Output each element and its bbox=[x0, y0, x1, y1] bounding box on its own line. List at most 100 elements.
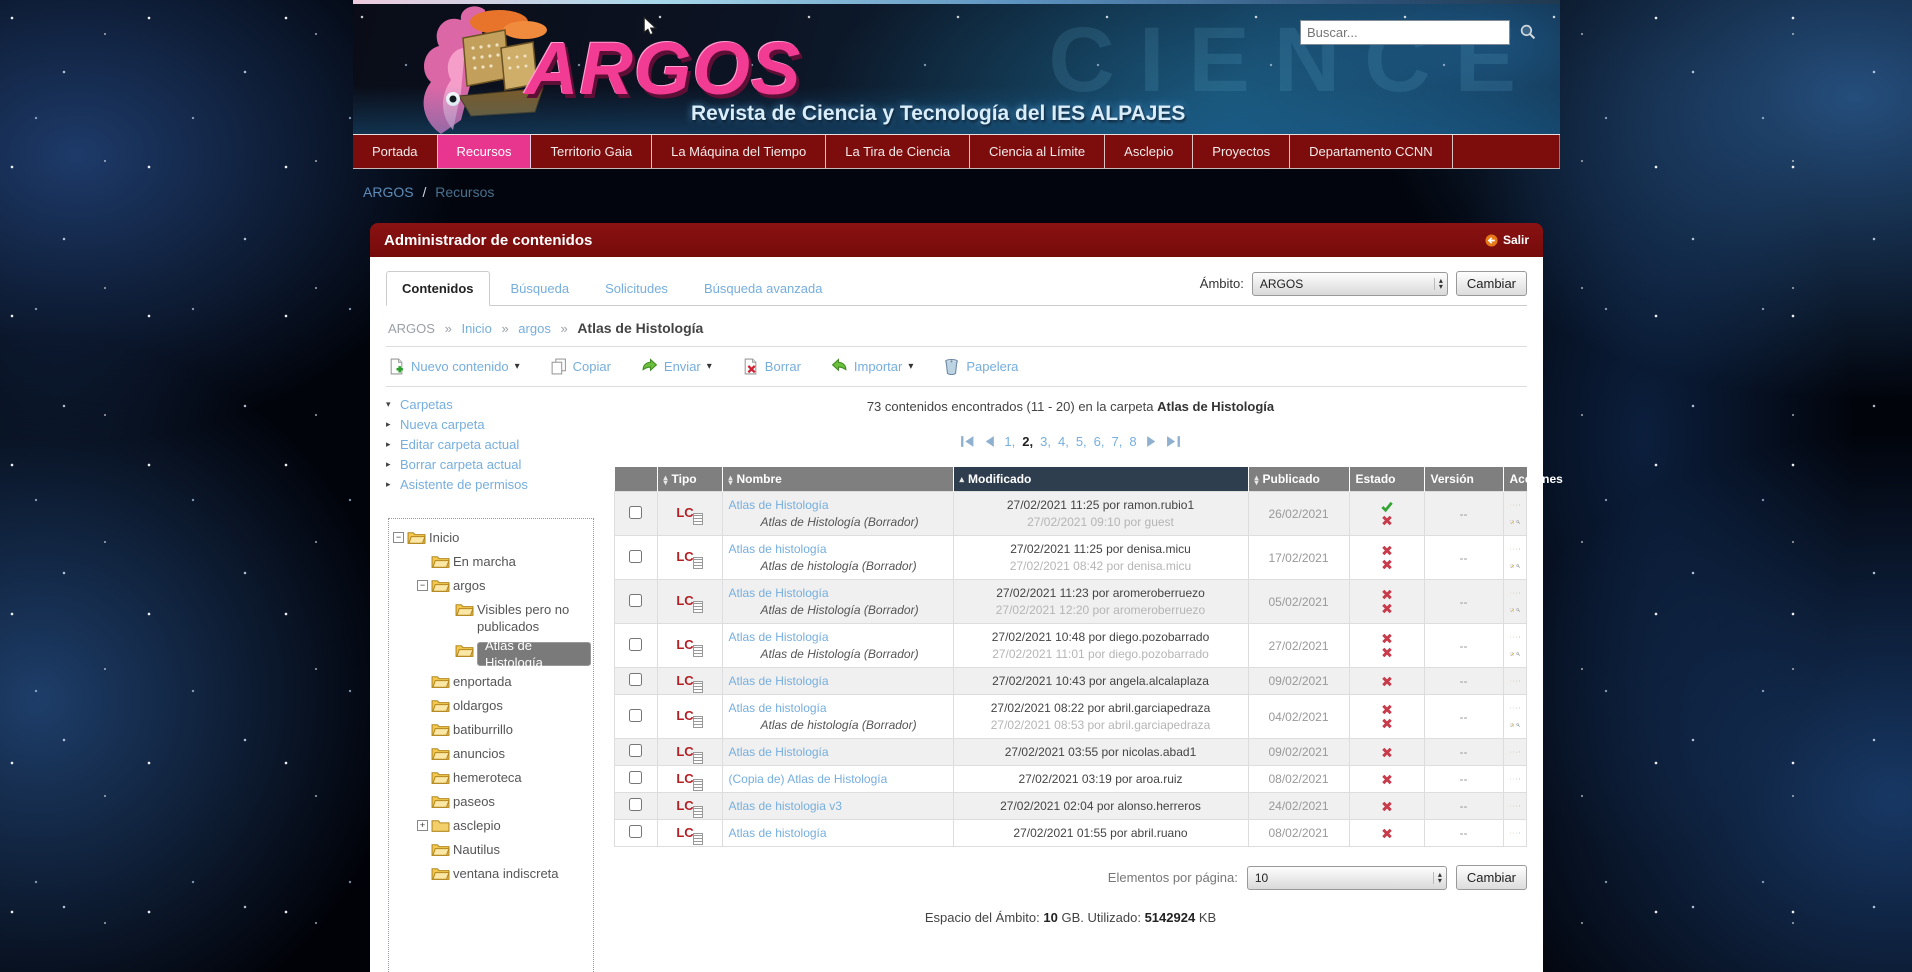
edit-icon[interactable] bbox=[1510, 744, 1511, 760]
edit-icon[interactable] bbox=[1510, 497, 1511, 513]
copy-button[interactable]: Copiar bbox=[550, 358, 611, 375]
tree-node[interactable]: oldargos bbox=[417, 697, 591, 714]
preview-icon[interactable] bbox=[1513, 541, 1514, 557]
crumb-inicio-link[interactable]: Inicio bbox=[461, 321, 491, 336]
preview-icon[interactable] bbox=[1513, 771, 1514, 787]
search-input[interactable] bbox=[1301, 21, 1509, 44]
content-link[interactable]: Atlas de histologia v3 bbox=[729, 799, 842, 813]
nav-item-departamento-ccnn[interactable]: Departamento CCNN bbox=[1290, 135, 1453, 168]
edit-icon[interactable] bbox=[1510, 825, 1511, 841]
publish-icon[interactable] bbox=[1519, 771, 1520, 787]
new-content-button[interactable]: Nuevo contenido bbox=[388, 358, 520, 375]
publish-icon[interactable] bbox=[1519, 825, 1520, 841]
page-link[interactable]: 4 bbox=[1058, 434, 1069, 449]
move-icon[interactable] bbox=[1516, 798, 1517, 814]
tree-node-selected[interactable]: Atlas de Histología bbox=[441, 638, 591, 670]
collapse-icon[interactable] bbox=[417, 580, 428, 591]
content-link[interactable]: Atlas de Histología bbox=[729, 745, 829, 759]
edit-draft-icon[interactable] bbox=[1510, 717, 1514, 733]
prev-page-icon[interactable] bbox=[982, 435, 997, 448]
row-checkbox[interactable] bbox=[629, 673, 643, 686]
sidebar-item-borrar-carpeta[interactable]: Borrar carpeta actual bbox=[386, 457, 606, 472]
row-checkbox[interactable] bbox=[629, 771, 643, 784]
tree-node[interactable]: Inicio bbox=[393, 529, 591, 546]
publish-icon[interactable] bbox=[1519, 673, 1520, 689]
tree-node[interactable]: argos bbox=[417, 577, 591, 594]
tree-node[interactable]: En marcha bbox=[417, 553, 591, 570]
content-link[interactable]: Atlas de histología bbox=[729, 542, 827, 556]
last-page-icon[interactable] bbox=[1166, 435, 1181, 448]
edit-icon[interactable] bbox=[1510, 771, 1511, 787]
content-link[interactable]: Atlas de Histología bbox=[729, 674, 829, 688]
edit-draft-icon[interactable] bbox=[1510, 646, 1514, 662]
move-icon[interactable] bbox=[1516, 744, 1517, 760]
expand-icon[interactable] bbox=[417, 820, 428, 831]
first-page-icon[interactable] bbox=[960, 435, 975, 448]
edit-icon[interactable] bbox=[1510, 700, 1511, 716]
row-checkbox[interactable] bbox=[629, 549, 643, 563]
move-icon[interactable] bbox=[1516, 497, 1517, 513]
content-link[interactable]: Atlas de Histología bbox=[729, 498, 829, 512]
tree-node[interactable]: batiburrillo bbox=[417, 721, 591, 738]
header-modificado[interactable]: Modificado bbox=[953, 467, 1249, 492]
collapse-icon[interactable] bbox=[393, 532, 404, 543]
header-nombre[interactable]: Nombre bbox=[722, 467, 954, 492]
search-icon[interactable] bbox=[1519, 23, 1536, 40]
ambito-change-button[interactable]: Cambiar bbox=[1455, 271, 1527, 296]
move-icon[interactable] bbox=[1516, 629, 1517, 645]
nav-item-portada[interactable]: Portada bbox=[353, 135, 438, 168]
tree-node[interactable]: ventana indiscreta bbox=[417, 865, 591, 882]
publish-icon[interactable] bbox=[1519, 497, 1520, 513]
tree-node[interactable]: asclepio bbox=[417, 817, 591, 834]
page-link[interactable]: 1 bbox=[1004, 434, 1015, 449]
exit-button[interactable]: Salir bbox=[1485, 233, 1529, 247]
move-icon[interactable] bbox=[1516, 585, 1517, 601]
send-button[interactable]: Enviar bbox=[641, 358, 712, 375]
sidebar-item-carpetas[interactable]: Carpetas bbox=[386, 397, 606, 412]
sidebar-item-nueva-carpeta[interactable]: Nueva carpeta bbox=[386, 417, 606, 432]
publish-icon[interactable] bbox=[1519, 541, 1520, 557]
publish-icon[interactable] bbox=[1519, 744, 1520, 760]
preview-icon[interactable] bbox=[1513, 585, 1514, 601]
content-link[interactable]: (Copia de) Atlas de Histología bbox=[729, 772, 888, 786]
preview-draft-icon[interactable] bbox=[1516, 514, 1520, 530]
nav-item-ciencia-al-limite[interactable]: Ciencia al Límite bbox=[970, 135, 1106, 168]
nav-item-tira-de-ciencia[interactable]: La Tira de Ciencia bbox=[826, 135, 971, 168]
page-link[interactable]: 6 bbox=[1094, 434, 1105, 449]
edit-icon[interactable] bbox=[1510, 673, 1511, 689]
crumb-argos-link[interactable]: argos bbox=[518, 321, 551, 336]
move-icon[interactable] bbox=[1516, 541, 1517, 557]
preview-icon[interactable] bbox=[1513, 825, 1514, 841]
preview-icon[interactable] bbox=[1513, 497, 1514, 513]
content-link[interactable]: Atlas de Histología bbox=[729, 630, 829, 644]
preview-icon[interactable] bbox=[1513, 673, 1514, 689]
publish-icon[interactable] bbox=[1519, 700, 1520, 716]
edit-icon[interactable] bbox=[1510, 585, 1511, 601]
sidebar-item-asistente-permisos[interactable]: Asistente de permisos bbox=[386, 477, 606, 492]
preview-draft-icon[interactable] bbox=[1516, 558, 1520, 574]
row-checkbox[interactable] bbox=[629, 593, 643, 607]
per-page-select[interactable]: 10 bbox=[1246, 865, 1447, 890]
preview-icon[interactable] bbox=[1513, 629, 1514, 645]
edit-icon[interactable] bbox=[1510, 629, 1511, 645]
tree-node[interactable]: anuncios bbox=[417, 745, 591, 762]
preview-icon[interactable] bbox=[1513, 700, 1514, 716]
page-link[interactable]: 3 bbox=[1040, 434, 1051, 449]
nav-item-maquina-del-tiempo[interactable]: La Máquina del Tiempo bbox=[652, 135, 827, 168]
row-checkbox[interactable] bbox=[629, 744, 643, 757]
tree-node[interactable]: Visibles pero no publicados bbox=[441, 601, 591, 635]
preview-draft-icon[interactable] bbox=[1516, 602, 1520, 618]
next-page-icon[interactable] bbox=[1144, 435, 1159, 448]
move-icon[interactable] bbox=[1516, 700, 1517, 716]
publish-icon[interactable] bbox=[1519, 798, 1520, 814]
content-link[interactable]: Atlas de histología bbox=[729, 701, 827, 715]
ambito-select[interactable]: ARGOS bbox=[1251, 271, 1448, 296]
edit-icon[interactable] bbox=[1510, 798, 1511, 814]
tab-busqueda-avanzada[interactable]: Búsqueda avanzada bbox=[689, 272, 838, 305]
per-page-change-button[interactable]: Cambiar bbox=[1455, 865, 1527, 890]
trash-button[interactable]: Papelera bbox=[943, 358, 1018, 375]
edit-draft-icon[interactable] bbox=[1510, 514, 1514, 530]
publish-icon[interactable] bbox=[1519, 585, 1520, 601]
move-icon[interactable] bbox=[1516, 771, 1517, 787]
edit-draft-icon[interactable] bbox=[1510, 602, 1514, 618]
